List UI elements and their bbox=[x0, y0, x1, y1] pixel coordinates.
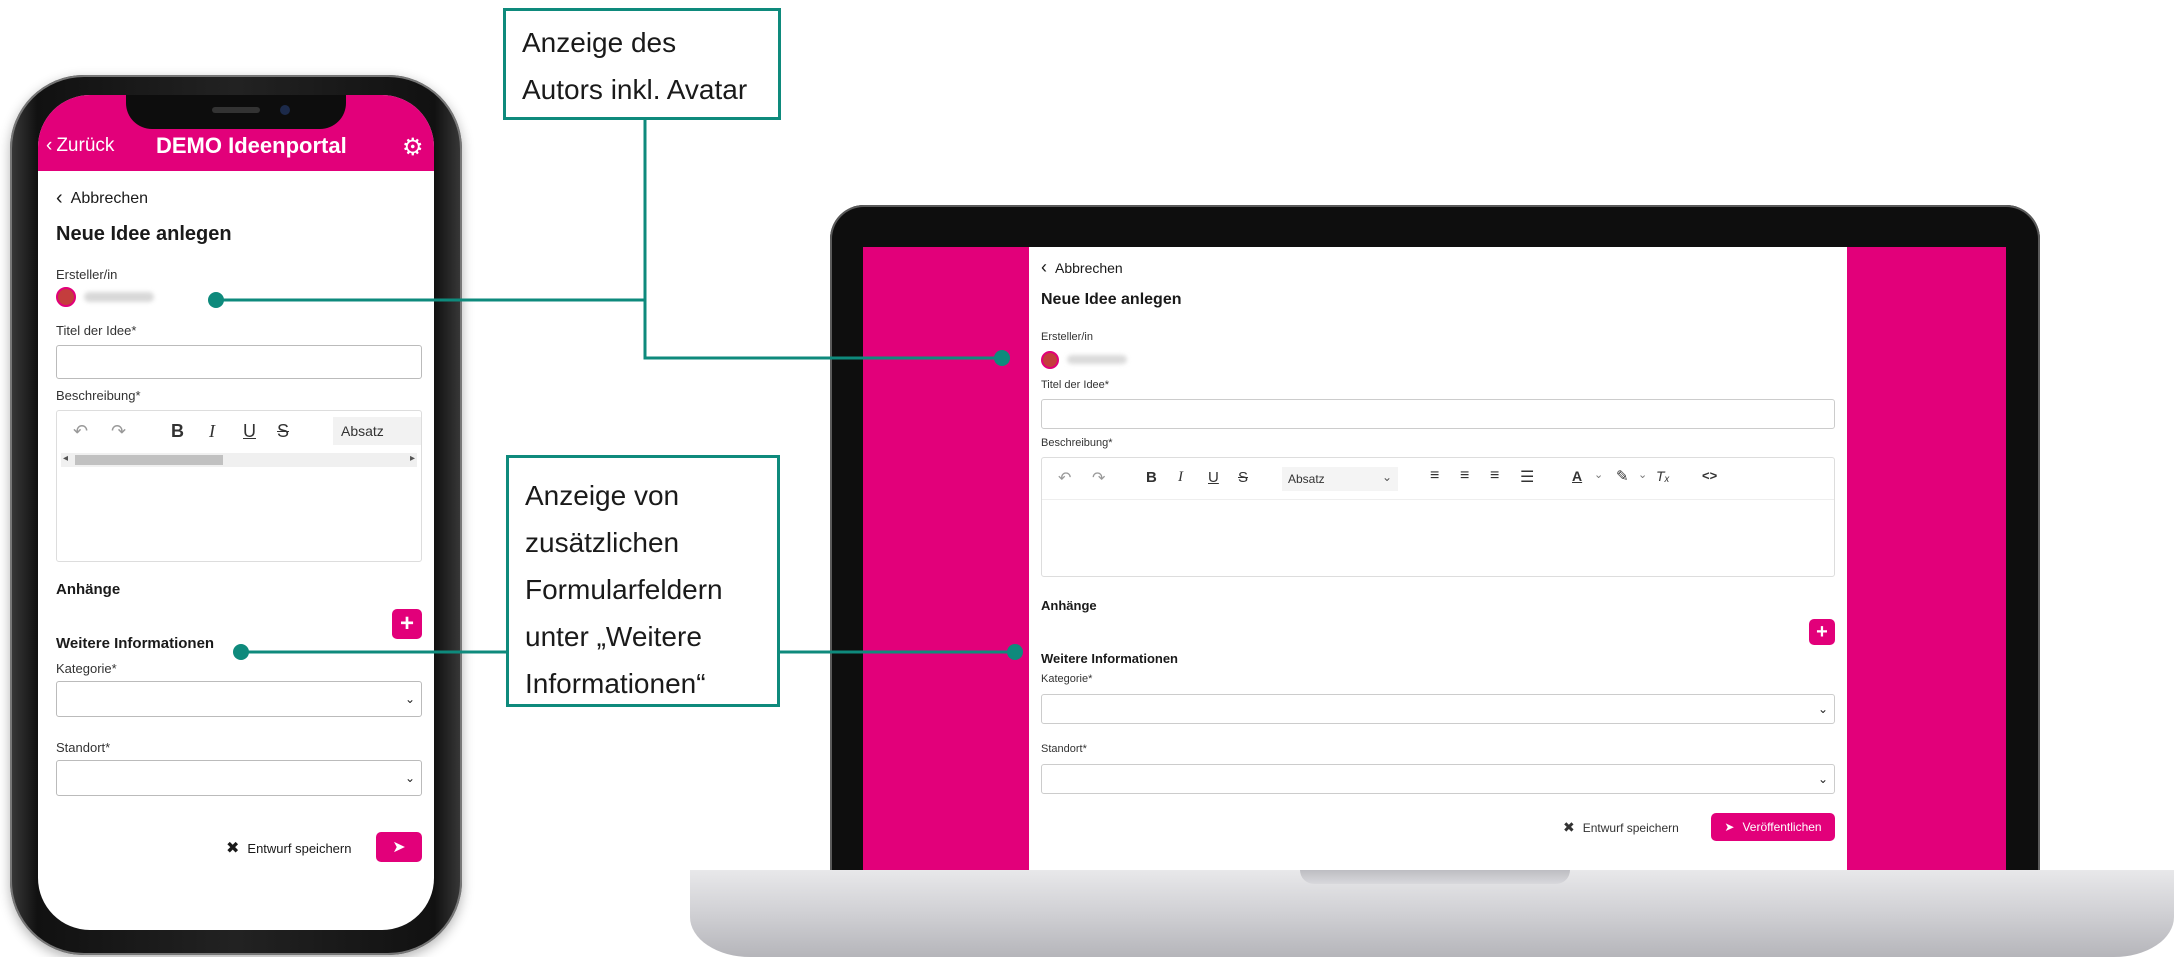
author-marker-phone bbox=[208, 292, 224, 308]
fields-callout-line-5: Informationen“ bbox=[525, 668, 706, 699]
author-connector-phone bbox=[216, 118, 647, 302]
author-connector-laptop bbox=[643, 118, 1002, 360]
connector-lines bbox=[216, 118, 1015, 654]
author-callout: Anzeige des Autors inkl. Avatar bbox=[503, 8, 781, 120]
fields-callout-line-3: Formularfeldern bbox=[525, 574, 723, 605]
fields-callout-line-1: Anzeige von bbox=[525, 480, 680, 511]
author-marker-laptop bbox=[994, 350, 1010, 366]
fields-callout-line-4: unter „Weitere bbox=[525, 621, 702, 652]
fields-callout-line-2: zusätzlichen bbox=[525, 527, 680, 558]
author-callout-line-2: Autors inkl. Avatar bbox=[522, 74, 748, 105]
fields-marker-laptop bbox=[1007, 644, 1023, 660]
author-callout-line-1: Anzeige des bbox=[522, 27, 677, 58]
fields-marker-phone bbox=[233, 644, 249, 660]
fields-callout: Anzeige von zusätzlichen Formularfeldern… bbox=[506, 455, 780, 707]
